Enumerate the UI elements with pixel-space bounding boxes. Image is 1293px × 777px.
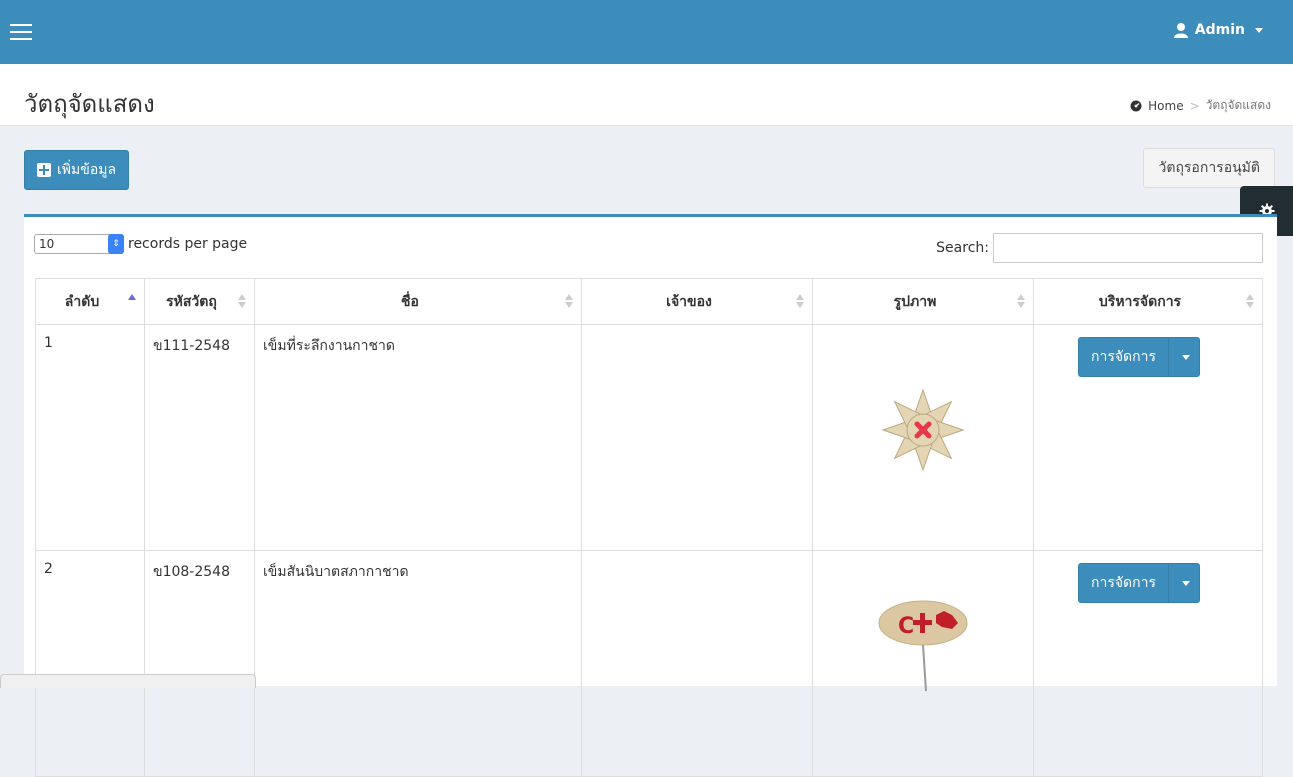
top-navbar: Admin bbox=[0, 0, 1293, 64]
page-title: วัตถุจัดแสดง bbox=[24, 90, 155, 118]
page-length-value: 10 bbox=[39, 237, 55, 251]
manage-button-label: การจัดการ bbox=[1091, 575, 1157, 591]
sort-ascending-icon bbox=[128, 294, 136, 308]
chevron-down-icon bbox=[1255, 27, 1263, 33]
cell-name: เข็มที่ระลึกงานกาชาด bbox=[254, 324, 582, 551]
plus-square-icon bbox=[37, 163, 51, 177]
svg-text:C: C bbox=[898, 614, 914, 639]
table-header-row: ลำดับ รหัสวัตถุ ชื่อ เจ้าของ รูปภาพ บริห… bbox=[35, 278, 1263, 325]
table-row: 1 ข111-2548 เข็มที่ระลึกงานกาชาด การจัดก… bbox=[35, 324, 1263, 551]
page-length-control: 10 ⇕ records per page bbox=[34, 234, 247, 254]
data-table-box: 10 ⇕ records per page Search: ลำดับ รหัส… bbox=[24, 214, 1277, 777]
page-length-select[interactable]: 10 ⇕ bbox=[34, 234, 124, 254]
cell-order: 1 bbox=[35, 324, 145, 551]
objects-table: ลำดับ รหัสวัตถุ ชื่อ เจ้าของ รูปภาพ บริห… bbox=[35, 278, 1263, 777]
breadcrumb-current: วัตถุจัดแสดง bbox=[1205, 98, 1271, 112]
column-header-image[interactable]: รูปภาพ bbox=[812, 278, 1034, 325]
add-data-button[interactable]: เพิ่มข้อมูล bbox=[24, 150, 130, 190]
column-header-name[interactable]: ชื่อ bbox=[254, 278, 582, 325]
chevron-down-icon[interactable] bbox=[1168, 564, 1199, 602]
chevron-down-icon[interactable] bbox=[1168, 338, 1199, 376]
sort-icon bbox=[796, 294, 804, 308]
search-control: Search: bbox=[936, 233, 1263, 263]
cell-name: เข็มสันนิบาตสภากาชาด bbox=[254, 550, 582, 777]
cell-manage: การจัดการ bbox=[1033, 324, 1263, 551]
sort-icon bbox=[1246, 294, 1254, 308]
search-label: Search: bbox=[936, 240, 989, 256]
column-header-manage[interactable]: บริหารจัดการ bbox=[1033, 278, 1263, 325]
column-header-owner[interactable]: เจ้าของ bbox=[581, 278, 813, 325]
star-badge-image[interactable] bbox=[878, 385, 968, 475]
manage-button-label: การจัดการ bbox=[1091, 349, 1157, 365]
manage-dropdown-button[interactable]: การจัดการ bbox=[1078, 337, 1201, 377]
content-header: วัตถุจัดแสดง Home > วัตถุจัดแสดง bbox=[0, 64, 1293, 126]
hamburger-icon[interactable] bbox=[10, 24, 32, 40]
column-header-code[interactable]: รหัสวัตถุ bbox=[144, 278, 255, 325]
sort-icon bbox=[1017, 294, 1025, 308]
dashboard-icon bbox=[1130, 100, 1142, 111]
search-input[interactable] bbox=[993, 233, 1263, 263]
cell-image: C bbox=[812, 550, 1034, 777]
user-menu[interactable]: Admin bbox=[1173, 22, 1263, 38]
cell-image bbox=[812, 324, 1034, 551]
pending-approval-button[interactable]: วัตถุรอการอนุมัติ bbox=[1143, 148, 1275, 188]
breadcrumb-home[interactable]: Home bbox=[1148, 99, 1183, 113]
user-icon bbox=[1173, 23, 1188, 38]
add-data-label: เพิ่มข้อมูล bbox=[57, 162, 117, 178]
user-name: Admin bbox=[1194, 22, 1245, 38]
select-arrows-icon: ⇕ bbox=[108, 234, 124, 254]
cell-code: ข111-2548 bbox=[144, 324, 255, 551]
breadcrumb: Home > วัตถุจัดแสดง bbox=[1130, 96, 1271, 115]
cell-order: 2 bbox=[35, 550, 145, 777]
cell-owner bbox=[581, 550, 813, 777]
cell-manage: การจัดการ bbox=[1033, 550, 1263, 777]
records-per-page-label: records per page bbox=[128, 236, 248, 252]
breadcrumb-separator: > bbox=[1189, 98, 1200, 113]
manage-dropdown-button[interactable]: การจัดการ bbox=[1078, 563, 1201, 603]
cell-owner bbox=[581, 324, 813, 551]
cell-code: ข108-2548 bbox=[144, 550, 255, 777]
sort-icon bbox=[565, 294, 573, 308]
sort-icon bbox=[238, 294, 246, 308]
column-header-order[interactable]: ลำดับ bbox=[35, 278, 145, 325]
table-row: 2 ข108-2548 เข็มสันนิบาตสภากาชาด C การจั… bbox=[35, 550, 1263, 777]
red-cross-pin-image[interactable]: C bbox=[868, 581, 978, 691]
